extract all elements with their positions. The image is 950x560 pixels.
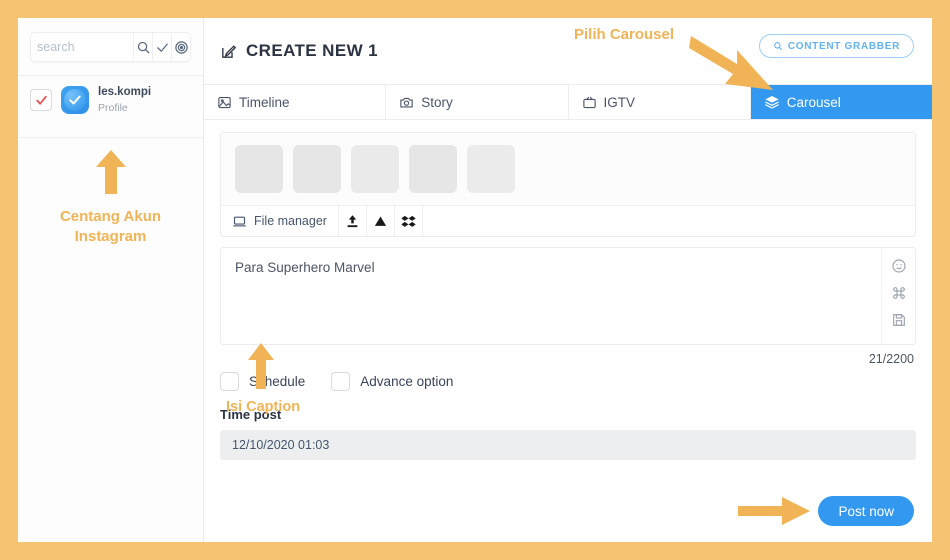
tv-icon bbox=[582, 96, 596, 108]
upload-icon[interactable] bbox=[339, 206, 367, 236]
post-type-tabs: Timeline Story IGTV Carousel bbox=[204, 84, 932, 120]
post-options-row: Schedule Advance option bbox=[220, 372, 916, 391]
account-subtitle: Profile bbox=[98, 101, 128, 114]
page-title: CREATE NEW 1 bbox=[220, 41, 378, 61]
page-title-text: CREATE NEW 1 bbox=[246, 41, 378, 60]
account-list-item[interactable]: les.kompi Profile bbox=[18, 76, 203, 124]
search-icon[interactable] bbox=[133, 33, 152, 61]
schedule-checkbox[interactable] bbox=[220, 372, 239, 391]
save-icon[interactable] bbox=[891, 312, 907, 328]
media-upload-card: File manager bbox=[220, 132, 916, 237]
account-checkbox[interactable] bbox=[30, 89, 52, 112]
file-manager-button[interactable]: File manager bbox=[221, 206, 339, 236]
tab-timeline[interactable]: Timeline bbox=[204, 85, 387, 119]
thumbnail-strip bbox=[221, 133, 915, 206]
tab-story[interactable]: Story bbox=[386, 85, 569, 119]
accounts-sidebar: les.kompi Profile Centang Akun Instagram bbox=[18, 18, 204, 542]
caption-counter: 21/2200 bbox=[868, 352, 914, 366]
tab-timeline-label: Timeline bbox=[239, 94, 290, 110]
arrow-up-icon bbox=[95, 150, 126, 194]
tab-igtv[interactable]: IGTV bbox=[568, 85, 751, 119]
caption-card: Para Superhero Marvel Isi Caption bbox=[220, 247, 916, 415]
dropbox-icon[interactable] bbox=[395, 206, 423, 236]
arrow-right-icon bbox=[738, 497, 811, 525]
thumbnail-placeholder[interactable] bbox=[351, 145, 399, 193]
tab-carousel[interactable]: Carousel bbox=[750, 85, 932, 119]
content-grabber-button[interactable]: CONTENT GRABBER bbox=[758, 34, 914, 58]
annotation-line-2: Instagram bbox=[74, 228, 147, 246]
annotation-check-account: Centang Akun Instagram bbox=[18, 150, 203, 248]
content-grabber-label: CONTENT GRABBER bbox=[787, 40, 900, 52]
tab-carousel-label: Carousel bbox=[786, 94, 841, 110]
edit-square-icon bbox=[222, 44, 237, 58]
emoji-icon[interactable] bbox=[891, 258, 907, 274]
file-manager-label: File manager bbox=[254, 214, 327, 228]
image-icon bbox=[218, 96, 231, 108]
account-name: les.kompi bbox=[98, 86, 152, 98]
composer-footer: Post now bbox=[738, 496, 914, 526]
time-post-label: Time post bbox=[220, 407, 282, 422]
thumbnail-placeholder[interactable] bbox=[293, 145, 341, 193]
annotation-line-1: Centang Akun bbox=[59, 208, 162, 225]
search-icon bbox=[773, 42, 782, 51]
monitor-icon bbox=[233, 216, 246, 226]
annotation-pilih-carousel: Pilih Carousel bbox=[574, 26, 675, 43]
main-panel: CREATE NEW 1 Pilih Carousel CONTENT GRAB… bbox=[204, 18, 932, 542]
advance-option-label: Advance option bbox=[360, 374, 454, 389]
composer-content: File manager Para Superhero Marvel Isi C… bbox=[204, 120, 932, 542]
check-icon[interactable] bbox=[152, 33, 171, 61]
thumbnail-placeholder[interactable] bbox=[467, 145, 515, 193]
camera-icon bbox=[400, 97, 413, 107]
schedule-label: Schedule bbox=[249, 374, 306, 389]
time-post-field[interactable]: 12/10/2020 01:03 bbox=[220, 430, 916, 460]
google-drive-icon[interactable] bbox=[367, 206, 395, 236]
target-icon[interactable] bbox=[171, 33, 190, 61]
caption-input[interactable]: Para Superhero Marvel bbox=[221, 248, 881, 344]
caption-tools bbox=[881, 248, 915, 344]
tab-igtv-label: IGTV bbox=[603, 94, 636, 110]
search-input[interactable] bbox=[31, 33, 134, 61]
post-now-button[interactable]: Post now bbox=[818, 496, 914, 526]
file-source-row: File manager bbox=[221, 206, 915, 236]
main-header: CREATE NEW 1 Pilih Carousel CONTENT GRAB… bbox=[204, 18, 932, 90]
avatar bbox=[61, 86, 89, 115]
advance-option-checkbox[interactable] bbox=[331, 372, 351, 391]
hashtag-command-icon[interactable] bbox=[891, 285, 907, 301]
app-window: les.kompi Profile Centang Akun Instagram… bbox=[18, 18, 932, 542]
tab-story-label: Story bbox=[421, 94, 453, 110]
account-meta: les.kompi Profile bbox=[98, 86, 151, 114]
account-search-bar bbox=[30, 32, 191, 62]
layers-icon bbox=[764, 96, 779, 109]
thumbnail-placeholder[interactable] bbox=[235, 145, 283, 193]
thumbnail-placeholder[interactable] bbox=[409, 145, 457, 193]
sidebar-divider-2 bbox=[18, 137, 203, 139]
